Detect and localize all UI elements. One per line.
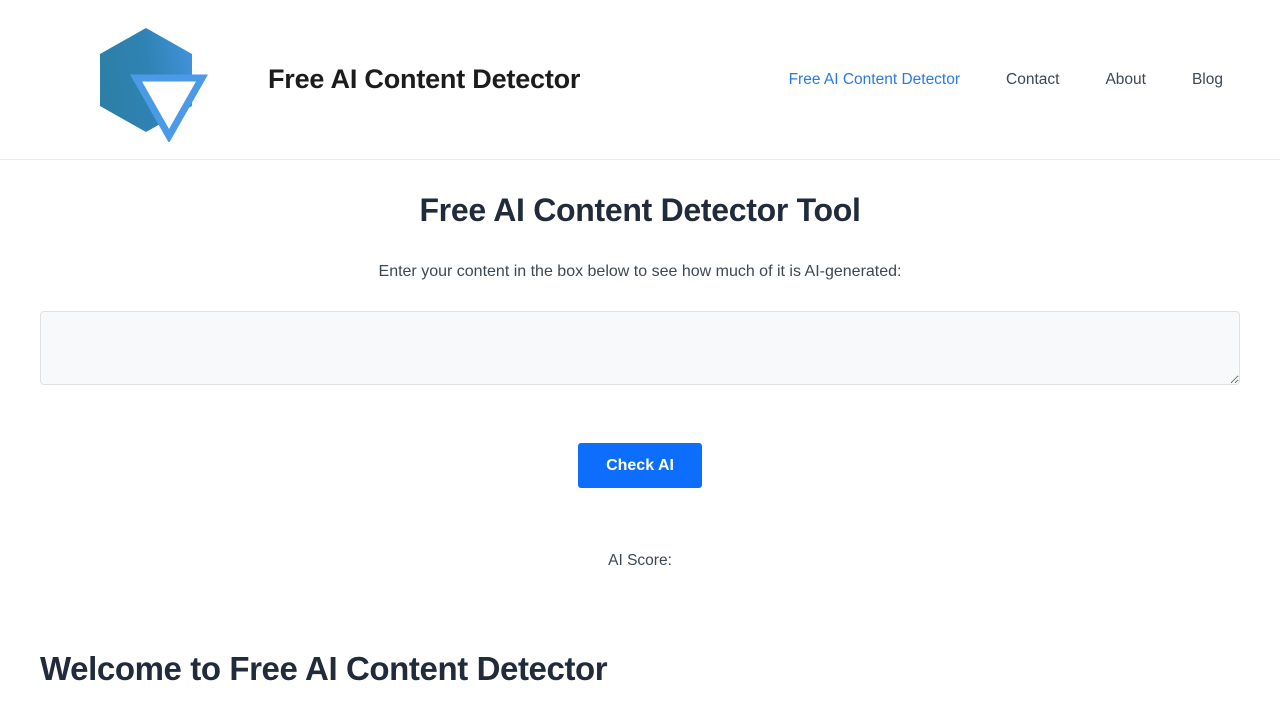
ai-score-row: AI Score: xyxy=(0,552,1280,570)
nav-link-contact[interactable]: Contact xyxy=(1006,65,1059,95)
page-title: Free AI Content Detector Tool xyxy=(419,192,861,228)
welcome-section: Welcome to Free AI Content Detector The … xyxy=(0,649,1280,720)
main-nav: Free AI Content Detector Contact About B… xyxy=(789,65,1223,95)
site-header: Free AI Content Detector Free AI Content… xyxy=(0,0,1280,160)
welcome-heading: Welcome to Free AI Content Detector xyxy=(40,650,608,687)
tool-instructions: Enter your content in the box below to s… xyxy=(378,263,902,280)
hexagon-triangle-logo-icon xyxy=(100,27,209,142)
content-textarea[interactable] xyxy=(40,311,1240,385)
check-ai-button[interactable]: Check AI xyxy=(578,443,702,488)
detector-tool-section: Free AI Content Detector Tool Enter your… xyxy=(0,160,1280,570)
content-input-wrapper xyxy=(0,311,1280,385)
welcome-body: The AI detection free tool to quickly an… xyxy=(40,717,1240,720)
brand[interactable]: Free AI Content Detector xyxy=(88,18,580,142)
nav-link-about[interactable]: About xyxy=(1105,65,1146,95)
nav-link-blog[interactable]: Blog xyxy=(1192,65,1223,95)
nav-link-free-ai-content-detector[interactable]: Free AI Content Detector xyxy=(789,65,960,95)
brand-title: Free AI Content Detector xyxy=(268,64,581,94)
ai-score-label: AI Score: xyxy=(608,552,672,569)
